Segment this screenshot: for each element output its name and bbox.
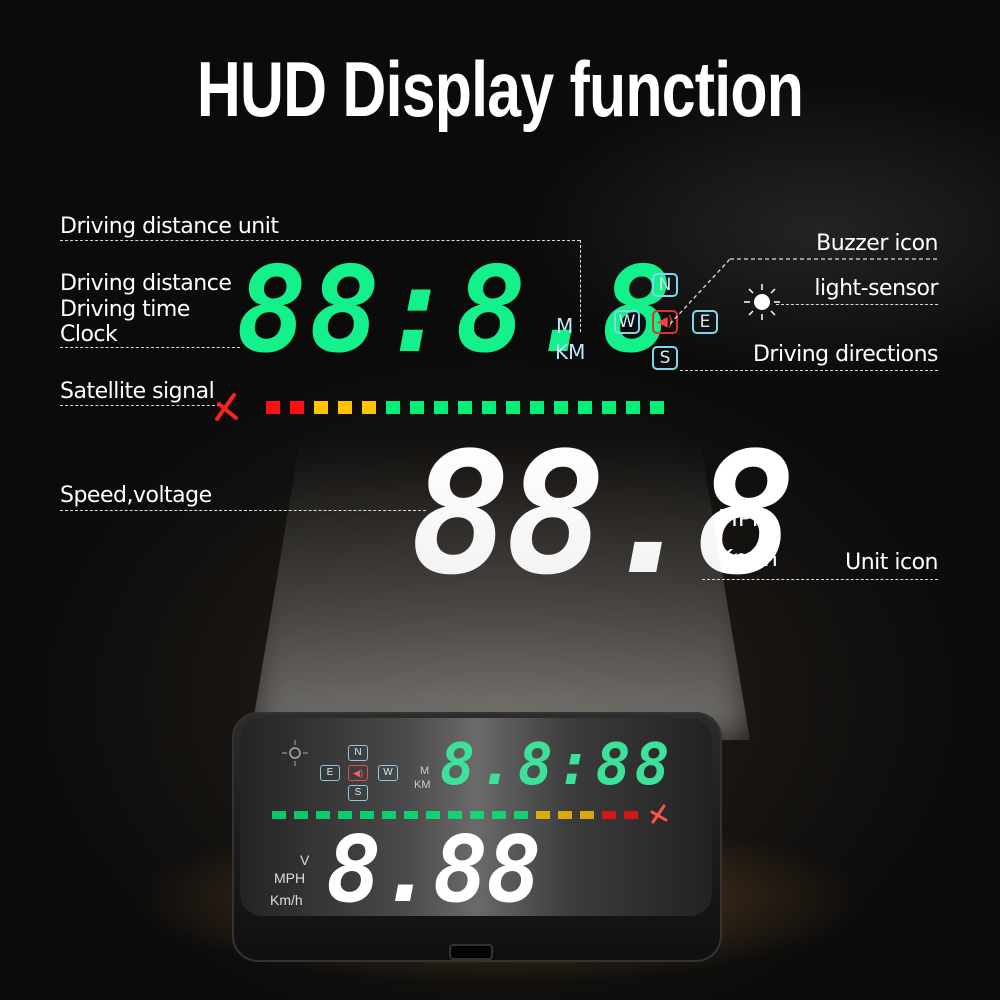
unit-m: M	[556, 314, 574, 338]
signal-segment	[290, 401, 304, 414]
signal-segment	[362, 401, 376, 414]
unit-v: V	[722, 464, 739, 492]
device-signal-segment	[294, 811, 308, 819]
unit-km: KM	[555, 340, 586, 364]
device-unit-kmh: Km/h	[270, 892, 303, 908]
device-compass-east: E	[320, 765, 340, 781]
signal-segment	[458, 401, 472, 414]
device-compass-west: W	[378, 765, 398, 781]
signal-segment	[626, 401, 640, 414]
label-buzzer-icon: Buzzer icon	[816, 231, 938, 256]
signal-segment	[266, 401, 280, 414]
satellite-icon	[215, 393, 238, 421]
device-unit-mph: MPH	[274, 870, 306, 886]
satellite-signal-bar	[266, 401, 664, 414]
label-clock: Clock	[60, 322, 118, 347]
unit-mph: MPH	[718, 506, 770, 532]
signal-segment	[410, 401, 424, 414]
signal-segment	[602, 401, 616, 414]
device-top-display: 8.8:88	[440, 730, 674, 798]
label-driving-distance-unit: Driving distance unit	[60, 214, 279, 239]
sun-icon	[744, 284, 780, 320]
distance-time-display: 88:8.8	[236, 241, 675, 379]
device-signal-segment	[272, 811, 286, 819]
compass-west: W	[614, 310, 640, 334]
leader-line-satellite	[60, 405, 220, 406]
signal-segment	[338, 401, 352, 414]
signal-segment	[386, 401, 400, 414]
compass-south: S	[652, 346, 678, 370]
label-light-sensor: light-sensor	[814, 276, 938, 301]
device-compass-north: N	[348, 745, 368, 761]
signal-segment	[530, 401, 544, 414]
signal-segment	[650, 401, 664, 414]
signal-segment	[578, 401, 592, 414]
device-signal-segment	[602, 811, 616, 819]
device-compass-south: S	[348, 785, 368, 801]
label-driving-time: Driving time	[60, 297, 190, 322]
device-speed-display: 8.88	[326, 816, 542, 923]
device-unit-m: M	[420, 765, 430, 777]
label-satellite-signal: Satellite signal	[60, 379, 215, 404]
device-unit-km: KM	[414, 779, 431, 791]
usb-port	[449, 944, 493, 960]
label-driving-distance: Driving distance	[60, 271, 232, 296]
signal-segment	[434, 401, 448, 414]
device-signal-segment	[580, 811, 594, 819]
device-unit-v: V	[300, 852, 310, 868]
signal-segment	[314, 401, 328, 414]
leader-line-directions	[680, 370, 938, 371]
projection-beam	[250, 440, 750, 740]
signal-segment	[506, 401, 520, 414]
leader-line-light-sensor	[776, 304, 938, 305]
leader-line-clock	[60, 347, 240, 348]
unit-kmh: Km/h	[718, 546, 778, 572]
device-signal-segment	[558, 811, 572, 819]
device-speaker-icon: ◀)	[348, 765, 368, 781]
device-signal-segment	[624, 811, 638, 819]
leader-line-unit-icon	[702, 579, 938, 580]
label-speed-voltage: Speed,voltage	[60, 483, 212, 508]
signal-segment	[554, 401, 568, 414]
device-satellite-icon	[650, 804, 668, 824]
page-title: HUD Display function	[196, 45, 804, 133]
label-unit-icon: Unit icon	[845, 550, 938, 575]
device-sun-icon	[282, 740, 308, 766]
label-driving-directions: Driving directions	[752, 342, 939, 367]
signal-segment	[482, 401, 496, 414]
